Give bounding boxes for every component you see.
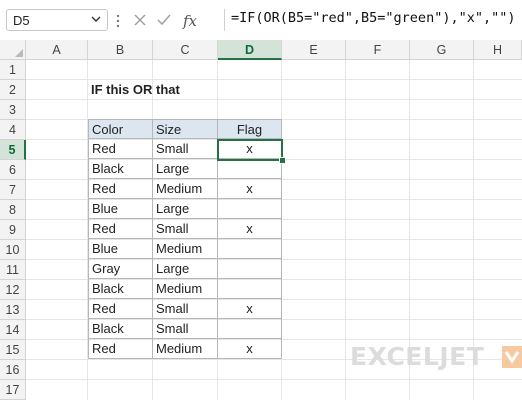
row-header-6[interactable]: 6 — [0, 160, 26, 180]
row-header-15[interactable]: 15 — [0, 340, 26, 360]
row-header-17[interactable]: 17 — [0, 380, 26, 400]
name-box[interactable]: D5 — [6, 9, 108, 31]
row-header-7[interactable]: 7 — [0, 180, 26, 200]
cell-flag[interactable] — [218, 259, 282, 279]
cell-flag[interactable] — [218, 159, 282, 179]
exceljet-logo: EXCELJET — [350, 340, 522, 380]
chevron-down-icon[interactable] — [91, 14, 101, 24]
cell-size[interactable]: Medium — [153, 179, 218, 199]
cell-flag[interactable]: x — [218, 339, 282, 359]
row-header-8[interactable]: 8 — [0, 200, 26, 220]
column-header-h[interactable]: H — [474, 40, 522, 60]
formula-bar: D5 fx =IF(OR(B5="red",B5="green"),"x",""… — [0, 0, 522, 40]
cell-size[interactable]: Large — [153, 199, 218, 219]
cell-flag[interactable] — [218, 199, 282, 219]
row-header-16[interactable]: 16 — [0, 360, 26, 380]
cell-size[interactable]: Medium — [153, 279, 218, 299]
cell-color[interactable]: Gray — [88, 259, 153, 279]
cell-color[interactable]: Red — [88, 299, 153, 319]
cell-size[interactable]: Small — [153, 299, 218, 319]
cell-flag[interactable]: x — [218, 299, 282, 319]
name-box-value: D5 — [13, 13, 30, 28]
enter-check-icon[interactable] — [156, 12, 172, 28]
column-header-c[interactable]: C — [153, 40, 218, 60]
cell-size[interactable]: Small — [153, 139, 218, 159]
row-header-9[interactable]: 9 — [0, 220, 26, 240]
formula-text: =IF(OR(B5="red",B5="green"),"x","") — [231, 10, 516, 26]
cell-size[interactable]: Large — [153, 259, 218, 279]
cell-flag[interactable] — [218, 279, 282, 299]
column-header-b[interactable]: B — [88, 40, 153, 60]
sheet-title[interactable]: IF this OR that — [91, 80, 180, 100]
row-header-14[interactable]: 14 — [0, 320, 26, 340]
gridline — [345, 60, 346, 400]
column-header-g[interactable]: G — [410, 40, 474, 60]
cell-flag[interactable] — [218, 239, 282, 259]
cell-flag[interactable]: x — [218, 179, 282, 199]
cell-color[interactable]: Red — [88, 179, 153, 199]
column-header-f[interactable]: F — [346, 40, 410, 60]
cell-color[interactable]: Black — [88, 279, 153, 299]
active-cell-selection[interactable] — [217, 139, 283, 161]
cell-flag[interactable] — [218, 319, 282, 339]
cell-size[interactable]: Medium — [153, 239, 218, 259]
logo-mark-icon — [502, 346, 522, 368]
select-all-corner[interactable] — [0, 40, 26, 60]
row-header-10[interactable]: 10 — [0, 240, 26, 260]
cell-color[interactable]: Blue — [88, 239, 153, 259]
logo-text: EXCELJET — [350, 342, 485, 371]
row-header-1[interactable]: 1 — [0, 60, 26, 80]
column-header-a[interactable]: A — [26, 40, 88, 60]
cell-flag[interactable]: x — [218, 219, 282, 239]
header-size[interactable]: Size — [153, 119, 218, 139]
row-header-5[interactable]: 5 — [0, 140, 26, 160]
row-header-12[interactable]: 12 — [0, 280, 26, 300]
cell-size[interactable]: Large — [153, 159, 218, 179]
row-header-3[interactable]: 3 — [0, 100, 26, 120]
svg-text:fx: fx — [182, 12, 198, 30]
row-header-2[interactable]: 2 — [0, 80, 26, 100]
insert-function-icon[interactable]: fx — [182, 12, 204, 30]
cell-color[interactable]: Red — [88, 339, 153, 359]
formula-controls: fx — [126, 9, 218, 31]
cell-color[interactable]: Red — [88, 219, 153, 239]
fill-handle[interactable] — [279, 157, 286, 164]
cell-color[interactable]: Red — [88, 139, 153, 159]
header-flag[interactable]: Flag — [218, 119, 282, 139]
cell-color[interactable]: Blue — [88, 199, 153, 219]
more-options-icon[interactable] — [116, 13, 120, 29]
cell-size[interactable]: Small — [153, 219, 218, 239]
cell-color[interactable]: Black — [88, 159, 153, 179]
row-header-4[interactable]: 4 — [0, 120, 26, 140]
cancel-icon[interactable] — [132, 12, 148, 28]
formula-input[interactable]: =IF(OR(B5="red",B5="green"),"x","") — [224, 9, 522, 31]
column-header-d[interactable]: D — [218, 40, 282, 60]
cell-color[interactable]: Black — [88, 319, 153, 339]
header-color[interactable]: Color — [88, 119, 153, 139]
row-header-11[interactable]: 11 — [0, 260, 26, 280]
worksheet-grid[interactable]: A B C D E F G H 1 2 3 4 5 6 7 8 9 10 11 … — [0, 40, 522, 400]
column-header-e[interactable]: E — [282, 40, 346, 60]
cell-size[interactable]: Medium — [153, 339, 218, 359]
cell-size[interactable]: Small — [153, 319, 218, 339]
row-header-13[interactable]: 13 — [0, 300, 26, 320]
